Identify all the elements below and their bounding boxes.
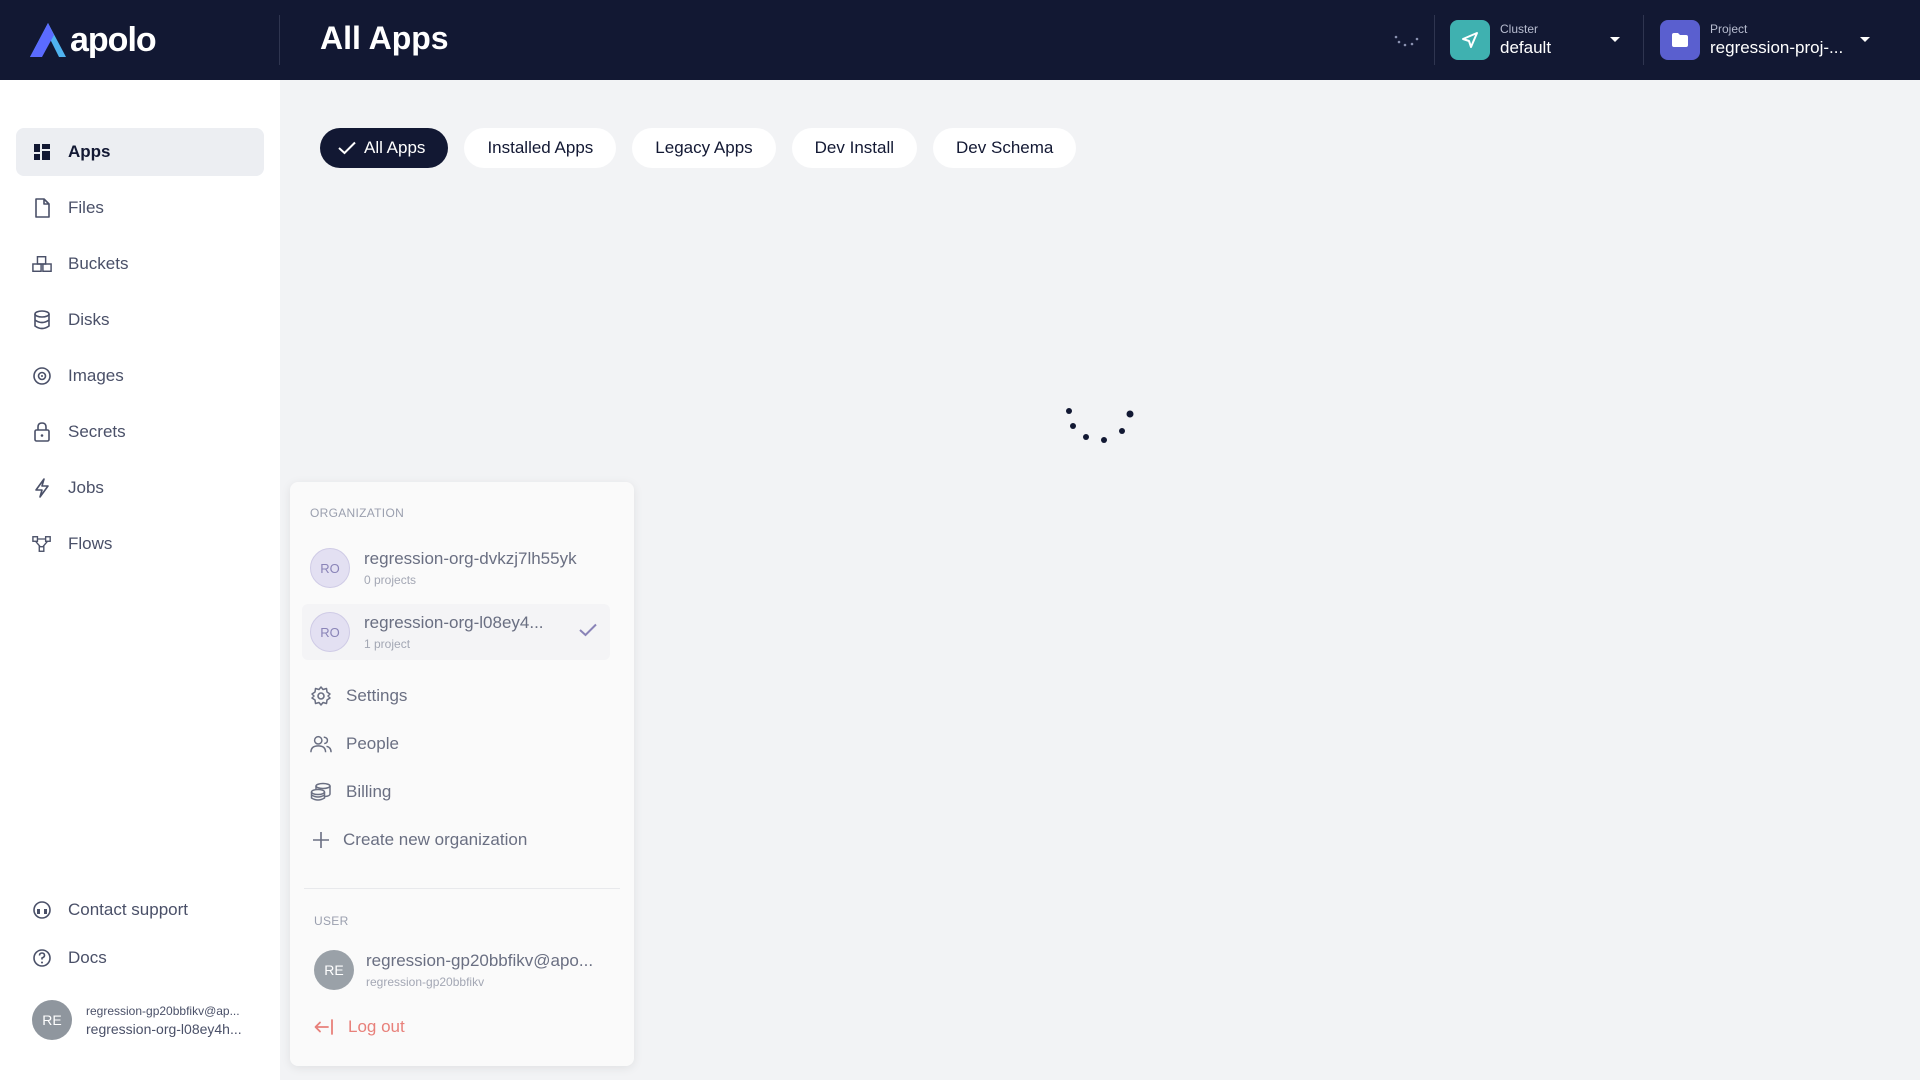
apolo-logo[interactable]: apolo <box>30 20 157 60</box>
check-icon <box>579 623 597 637</box>
sidebar-item-label: Buckets <box>68 254 129 273</box>
tab-dev-schema[interactable]: Dev Schema <box>933 128 1077 168</box>
lightning-icon <box>32 478 52 498</box>
avatar: RO <box>310 612 350 652</box>
sidebar: Apps Files Buckets Disks Images Secrets <box>0 80 280 1080</box>
billing-label: Billing <box>346 782 392 801</box>
cluster-value: default <box>1500 38 1552 57</box>
org-settings-button[interactable]: Settings <box>310 680 407 712</box>
logout-label: Log out <box>348 1017 405 1036</box>
user-email: regression-gp20bbfikv@apo... <box>366 951 594 970</box>
apps-grid-icon <box>32 142 52 162</box>
logout-button[interactable]: Log out <box>314 1012 405 1042</box>
tab-label: Installed Apps <box>487 138 594 157</box>
header-divider <box>1643 15 1644 65</box>
cluster-label: Cluster <box>1500 22 1539 36</box>
tab-dev-install[interactable]: Dev Install <box>791 128 918 168</box>
tab-label: Dev Install <box>814 138 895 157</box>
tab-label: Dev Schema <box>956 138 1054 157</box>
sidebar-item-label: Images <box>68 366 124 385</box>
chevron-down-icon <box>1860 37 1870 42</box>
project-label: Project <box>1710 22 1748 36</box>
tab-legacy-apps[interactable]: Legacy Apps <box>632 128 776 168</box>
plus-icon <box>310 829 332 851</box>
sidebar-item-flows[interactable]: Flows <box>16 520 264 568</box>
avatar: RE <box>32 1000 72 1040</box>
image-disc-icon <box>32 366 52 386</box>
help-circle-icon <box>32 948 52 968</box>
divider <box>304 888 620 889</box>
app-tabs: All Apps Installed Apps Legacy Apps Dev … <box>320 128 1077 168</box>
check-icon <box>338 141 356 155</box>
lock-icon <box>32 422 52 442</box>
tab-installed-apps[interactable]: Installed Apps <box>464 128 617 168</box>
user-menu-trigger[interactable]: RE regression-gp20bbfikv@ap... regressio… <box>32 1000 242 1040</box>
org-project-count: 1 project <box>364 637 411 651</box>
top-bar: apolo All Apps Cluster default Project r… <box>0 0 1920 80</box>
sidebar-item-files[interactable]: Files <box>16 184 264 232</box>
people-label: People <box>346 734 399 753</box>
org-item[interactable]: RO regression-org-dvkzj7lh55yk 0 project… <box>302 540 610 596</box>
docs-link[interactable]: Docs <box>16 934 264 982</box>
sidebar-item-secrets[interactable]: Secrets <box>16 408 264 456</box>
org-name: regression-org-dvkzj7lh55yk <box>364 549 577 568</box>
folder-icon <box>1660 20 1700 60</box>
tab-label: Legacy Apps <box>655 138 753 157</box>
sidebar-item-label: Flows <box>68 534 113 553</box>
file-icon <box>32 198 52 218</box>
org-item[interactable]: RO regression-org-l08ey4... 1 project <box>302 604 610 660</box>
page-title: All Apps <box>320 20 449 56</box>
avatar: RO <box>310 548 350 588</box>
logo-text: apolo <box>70 20 157 59</box>
tab-label: All Apps <box>364 138 426 157</box>
contact-support-link[interactable]: Contact support <box>16 886 264 934</box>
database-icon <box>32 310 52 330</box>
sidebar-item-label: Jobs <box>68 478 104 497</box>
sidebar-item-images[interactable]: Images <box>16 352 264 400</box>
project-value: regression-proj-... <box>1710 38 1844 57</box>
org-billing-button[interactable]: Billing <box>310 776 391 808</box>
org-name: regression-org-l08ey4... <box>364 613 544 632</box>
sidebar-item-label: Secrets <box>68 422 126 441</box>
chevron-down-icon <box>1610 37 1620 42</box>
user-org: regression-org-l08ey4h... <box>86 1020 242 1037</box>
coins-icon <box>310 781 332 803</box>
create-organization-button[interactable]: Create new organization <box>310 824 527 856</box>
sidebar-item-label: Apps <box>68 142 111 161</box>
user-section-label: USER <box>314 914 349 928</box>
user-email: regression-gp20bbfikv@ap... <box>86 1003 240 1018</box>
org-project-count: 0 projects <box>364 573 417 587</box>
sidebar-item-apps[interactable]: Apps <box>16 128 264 176</box>
header-divider <box>279 15 280 65</box>
contact-support-label: Contact support <box>68 900 189 919</box>
cluster-selector[interactable]: Cluster default <box>1450 20 1620 60</box>
organization-dropdown: ORGANIZATION RO regression-org-dvkzj7lh5… <box>290 482 634 1066</box>
headset-icon <box>32 900 52 920</box>
flows-icon <box>32 534 52 554</box>
user-username: regression-gp20bbfikv <box>366 975 485 989</box>
sidebar-item-disks[interactable]: Disks <box>16 296 264 344</box>
organization-section-label: ORGANIZATION <box>310 506 405 520</box>
sidebar-item-buckets[interactable]: Buckets <box>16 240 264 288</box>
sidebar-item-label: Files <box>68 198 104 217</box>
create-organization-label: Create new organization <box>343 830 528 849</box>
loading-spinner-icon <box>1394 35 1419 47</box>
avatar: RE <box>314 950 354 990</box>
apolo-logo-mark-icon <box>30 23 66 57</box>
header-divider <box>1434 15 1435 65</box>
cluster-icon <box>1450 20 1490 60</box>
project-selector[interactable]: Project regression-proj-... <box>1660 20 1870 60</box>
sidebar-item-label: Disks <box>68 310 110 329</box>
people-icon <box>310 733 332 755</box>
sidebar-item-jobs[interactable]: Jobs <box>16 464 264 512</box>
loading-spinner-icon <box>1066 408 1134 443</box>
org-people-button[interactable]: People <box>310 728 399 760</box>
user-profile-item[interactable]: RE regression-gp20bbfikv@apo... regressi… <box>314 950 593 990</box>
docs-label: Docs <box>68 948 107 967</box>
settings-label: Settings <box>346 686 408 705</box>
tab-all-apps[interactable]: All Apps <box>320 128 449 168</box>
gear-icon <box>310 685 332 707</box>
buckets-icon <box>32 254 52 274</box>
logout-icon <box>314 1019 333 1035</box>
